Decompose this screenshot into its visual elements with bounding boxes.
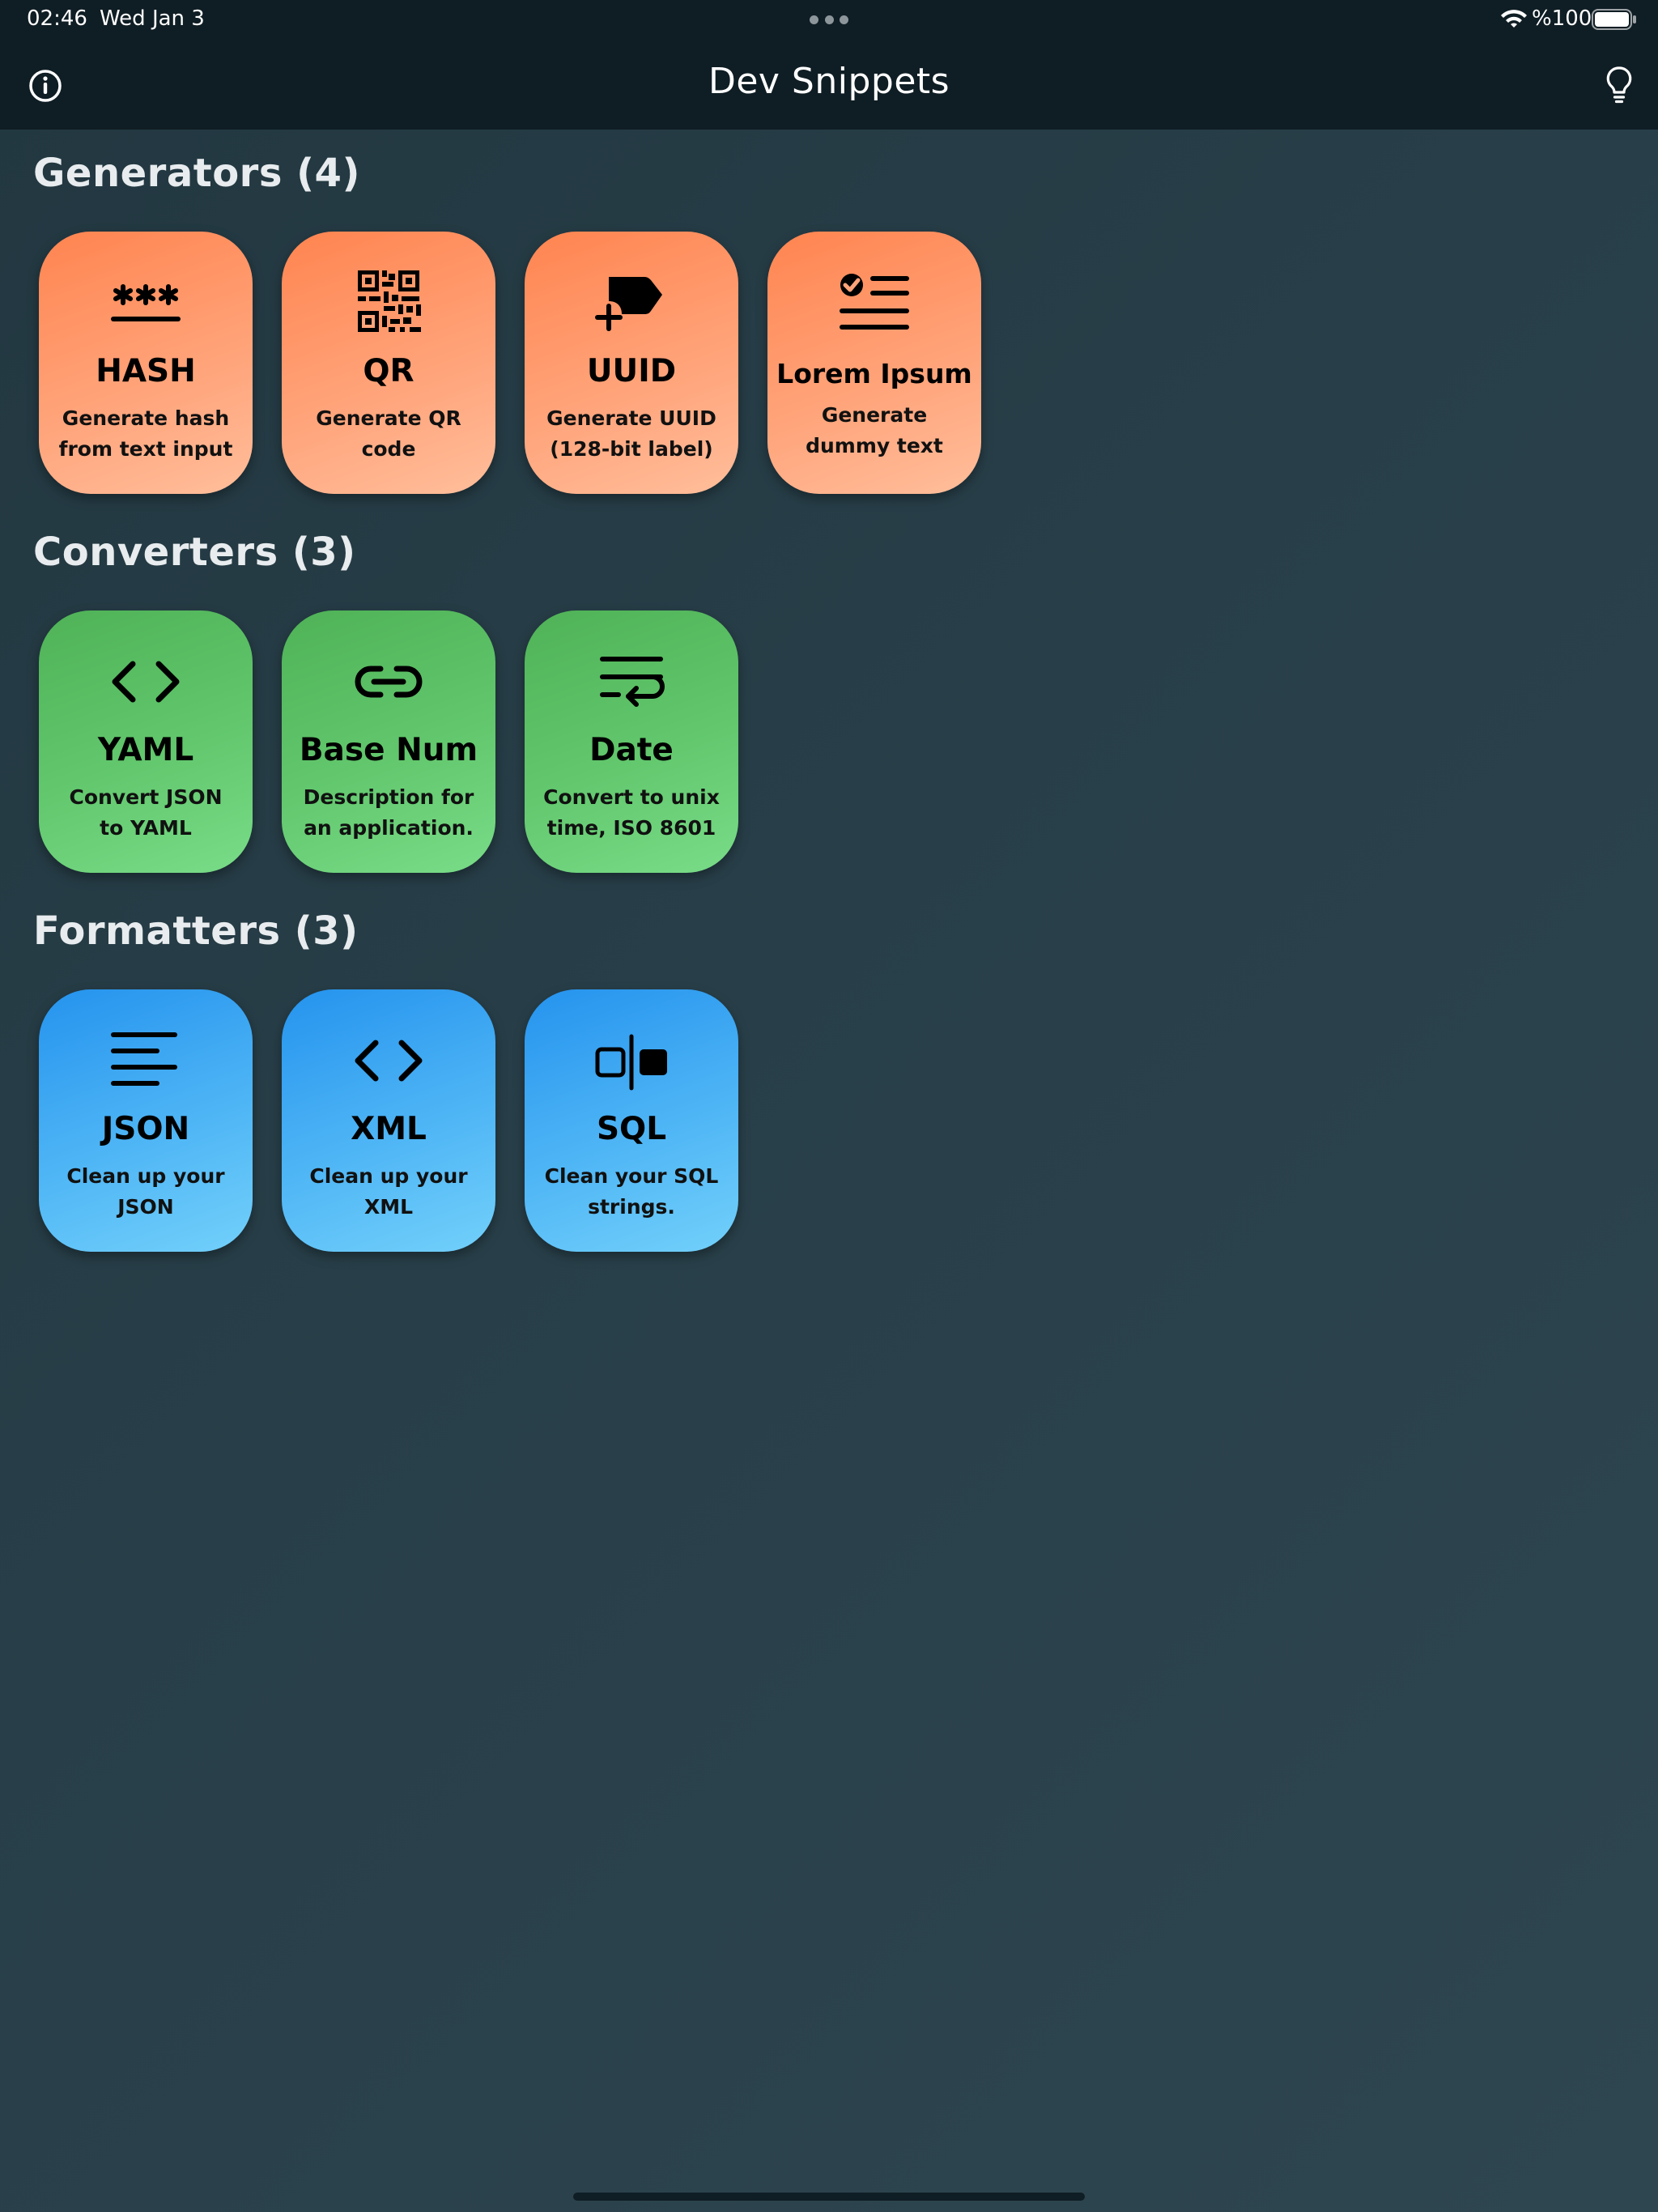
- card-desc-line: Generate: [821, 403, 928, 427]
- asterisks-icon: [105, 270, 186, 338]
- wifi-icon: [1501, 10, 1527, 28]
- card-uuid[interactable]: UUID Generate UUID (128-bit label): [525, 232, 738, 494]
- card-qr[interactable]: QR Generate QR code: [282, 232, 495, 494]
- card-desc-line: Description for: [303, 785, 474, 809]
- card-date[interactable]: Date Convert to unix time, ISO 8601: [525, 610, 738, 873]
- home-indicator[interactable]: [573, 2193, 1085, 2201]
- battery-icon: [1592, 9, 1636, 30]
- card-description: Clean up your JSON: [52, 1161, 240, 1223]
- page-title: Dev Snippets: [708, 61, 950, 102]
- qr-code-icon: [348, 270, 429, 338]
- card-description: Description for an application.: [295, 782, 483, 844]
- card-desc-line: Clean your SQL: [544, 1164, 719, 1188]
- card-desc-line: code: [361, 437, 416, 461]
- card-desc-line: Convert JSON: [69, 785, 223, 809]
- card-desc-line: JSON: [117, 1195, 174, 1219]
- section-title-formatters: Formatters (3): [33, 908, 359, 954]
- card-description: Clean your SQL strings.: [538, 1161, 725, 1223]
- split-square-icon: [591, 1028, 672, 1096]
- card-desc-line: an application.: [304, 816, 474, 840]
- card-description: Generate QR code: [295, 403, 483, 465]
- card-hash[interactable]: HASH Generate hash from text input: [39, 232, 253, 494]
- card-sql[interactable]: SQL Clean your SQL strings.: [525, 989, 738, 1252]
- code-brackets-icon: [348, 1028, 429, 1096]
- card-description: Generate hash from text input: [52, 403, 240, 465]
- top-bar: 02:46 Wed Jan 3 %100 Dev Snippets: [0, 0, 1658, 130]
- card-desc-line: strings.: [588, 1195, 675, 1219]
- lightbulb-icon[interactable]: [1603, 65, 1635, 105]
- card-yaml[interactable]: YAML Convert JSON to YAML: [39, 610, 253, 873]
- card-base-num[interactable]: Base Num Description for an application.: [282, 610, 495, 873]
- card-title: QR: [363, 353, 414, 389]
- code-brackets-icon: [105, 649, 186, 717]
- card-description: Clean up your XML: [295, 1161, 483, 1223]
- align-left-icon: [105, 1028, 186, 1096]
- card-desc-line: from text input: [58, 437, 233, 461]
- info-icon[interactable]: [26, 66, 65, 105]
- card-description: Generate UUID (128-bit label): [538, 403, 725, 465]
- card-title: SQL: [596, 1111, 667, 1147]
- card-description: Generate dummy text: [780, 400, 968, 462]
- status-time: 02:46: [27, 6, 87, 31]
- text-wrap-icon: [591, 649, 672, 717]
- card-desc-line: Generate hash: [62, 406, 230, 430]
- card-xml[interactable]: XML Clean up your XML: [282, 989, 495, 1252]
- section-title-converters: Converters (3): [33, 530, 356, 575]
- status-date: Wed Jan 3: [100, 6, 205, 31]
- card-desc-line: (128-bit label): [550, 437, 713, 461]
- link-icon: [348, 649, 429, 717]
- card-desc-line: Clean up your: [309, 1164, 468, 1188]
- multitasking-dots-icon[interactable]: [810, 5, 848, 34]
- card-desc-line: time, ISO 8601: [546, 816, 716, 840]
- card-title: HASH: [96, 353, 196, 389]
- card-desc-line: dummy text: [806, 434, 943, 457]
- card-desc-line: Clean up your: [66, 1164, 225, 1188]
- battery-percent: %100: [1532, 6, 1592, 31]
- card-desc-line: Convert to unix: [543, 785, 720, 809]
- card-title: Base Num: [299, 732, 478, 768]
- card-desc-line: Generate UUID: [546, 406, 716, 430]
- card-title: Lorem Ipsum: [776, 358, 972, 389]
- card-description: Convert to unix time, ISO 8601: [538, 782, 725, 844]
- checklist-icon: [834, 270, 915, 338]
- card-desc-line: XML: [363, 1195, 414, 1219]
- card-description: Convert JSON to YAML: [52, 782, 240, 844]
- card-desc-line: to YAML: [100, 816, 192, 840]
- card-desc-line: Generate QR: [316, 406, 461, 430]
- card-title: JSON: [101, 1111, 190, 1147]
- card-title: Date: [589, 732, 674, 768]
- card-json[interactable]: JSON Clean up your JSON: [39, 989, 253, 1252]
- card-title: UUID: [586, 353, 677, 389]
- section-title-generators: Generators (4): [33, 151, 360, 196]
- tag-plus-icon: [591, 270, 672, 338]
- card-lorem-ipsum[interactable]: Lorem Ipsum Generate dummy text: [767, 232, 981, 494]
- card-title: YAML: [97, 732, 194, 768]
- card-title: XML: [351, 1111, 427, 1147]
